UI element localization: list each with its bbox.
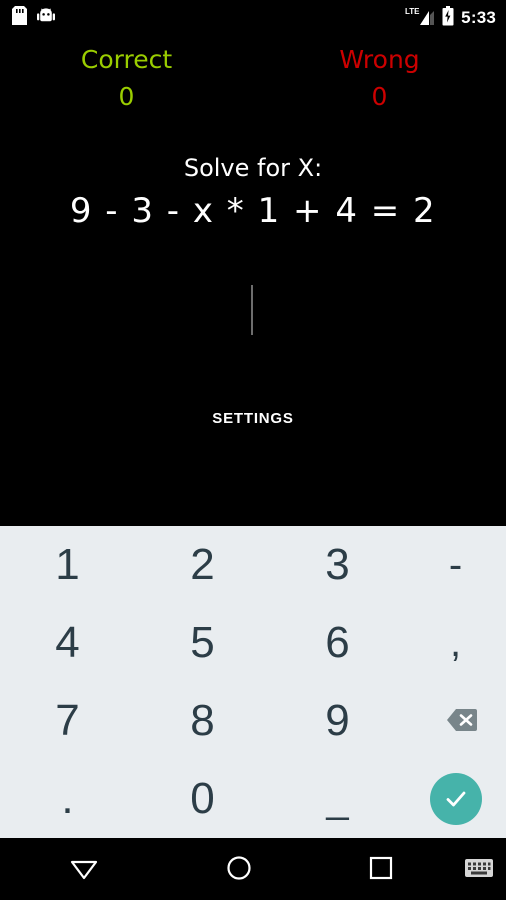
wrong-score: Wrong 0	[253, 44, 506, 118]
key-9[interactable]: 9	[270, 682, 405, 760]
svg-text:LTE: LTE	[405, 7, 420, 16]
correct-score: Correct 0	[0, 44, 253, 118]
solve-prompt: Solve for X:	[183, 154, 323, 182]
answer-input[interactable]	[123, 276, 383, 336]
keyboard-row-1: 1 2 3 -	[0, 526, 506, 604]
key-4[interactable]: 4	[0, 604, 135, 682]
key-6[interactable]: 6	[270, 604, 405, 682]
square-icon	[368, 855, 394, 884]
wrong-label: Wrong	[339, 45, 420, 74]
key-underscore[interactable]: _	[270, 760, 405, 838]
triangle-down-icon	[68, 854, 100, 885]
key-1[interactable]: 1	[0, 526, 135, 604]
numeric-keyboard: 1 2 3 - 4 5 6 , 7 8 9 . 0 _	[0, 526, 506, 838]
android-icon	[37, 7, 55, 29]
phone-screen: LTE 5:33 Correct 0 Wrong 0 Solve for X: …	[0, 0, 506, 900]
app-content: Correct 0 Wrong 0 Solve for X: 9 - 3 - x…	[0, 36, 506, 526]
key-enter[interactable]	[405, 760, 506, 838]
sd-card-icon	[12, 6, 27, 30]
lte-signal-icon: LTE	[405, 6, 435, 31]
nav-home-button[interactable]	[168, 838, 310, 900]
key-3[interactable]: 3	[270, 526, 405, 604]
key-backspace[interactable]	[405, 682, 506, 760]
status-bar-left	[0, 6, 55, 30]
wrong-value: 0	[371, 82, 388, 111]
key-5[interactable]: 5	[135, 604, 270, 682]
key-period[interactable]: .	[0, 760, 135, 838]
check-icon	[429, 773, 482, 825]
key-2[interactable]: 2	[135, 526, 270, 604]
status-bar-clock: 5:33	[461, 8, 496, 27]
key-comma[interactable]: ,	[405, 604, 506, 682]
key-7[interactable]: 7	[0, 682, 135, 760]
correct-label: Correct	[80, 45, 173, 74]
key-0[interactable]: 0	[135, 760, 270, 838]
circle-icon	[225, 854, 253, 885]
correct-value: 0	[118, 82, 135, 111]
navigation-bar	[0, 838, 506, 900]
nav-recents-button[interactable]	[310, 838, 452, 900]
status-bar: LTE 5:33	[0, 0, 506, 36]
keyboard-row-4: . 0 _	[0, 760, 506, 838]
settings-button[interactable]: SETTINGS	[0, 398, 506, 439]
text-caret	[251, 285, 253, 335]
score-row: Correct 0 Wrong 0	[0, 44, 506, 118]
status-bar-right: LTE 5:33	[405, 5, 506, 31]
key-minus[interactable]: -	[405, 526, 506, 604]
key-8[interactable]: 8	[135, 682, 270, 760]
nav-back-button[interactable]	[0, 838, 168, 900]
keyboard-row-3: 7 8 9	[0, 682, 506, 760]
backspace-icon	[434, 705, 478, 738]
keyboard-row-2: 4 5 6 ,	[0, 604, 506, 682]
nav-keyboard-button[interactable]	[452, 838, 506, 900]
equation-text: 9 - 3 - x * 1 + 4 = 2	[69, 191, 437, 231]
battery-charging-icon	[442, 5, 454, 31]
keyboard-icon	[464, 857, 494, 882]
